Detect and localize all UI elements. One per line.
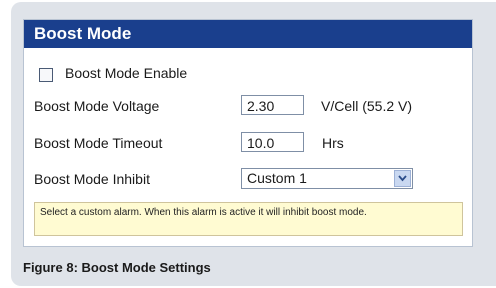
figure-caption: Figure 8: Boost Mode Settings <box>23 260 211 275</box>
panel-title: Boost Mode <box>24 20 472 48</box>
help-text: Select a custom alarm. When this alarm i… <box>34 202 463 236</box>
voltage-input[interactable]: 2.30 <box>241 95 304 115</box>
timeout-input[interactable]: 10.0 <box>241 132 304 152</box>
inhibit-selected-value: Custom 1 <box>247 170 307 186</box>
timeout-label: Boost Mode Timeout <box>34 135 163 151</box>
boost-mode-enable-checkbox[interactable] <box>39 68 53 82</box>
chevron-down-icon[interactable] <box>394 170 411 187</box>
boost-mode-enable-label: Boost Mode Enable <box>65 65 188 81</box>
boost-mode-panel: Boost Mode Boost Mode Enable Boost Mode … <box>23 19 473 247</box>
voltage-label: Boost Mode Voltage <box>34 98 160 114</box>
inhibit-select[interactable]: Custom 1 <box>241 168 413 189</box>
voltage-unit: V/Cell (55.2 V) <box>321 98 413 114</box>
inhibit-label: Boost Mode Inhibit <box>34 171 150 187</box>
timeout-unit: Hrs <box>322 135 344 151</box>
